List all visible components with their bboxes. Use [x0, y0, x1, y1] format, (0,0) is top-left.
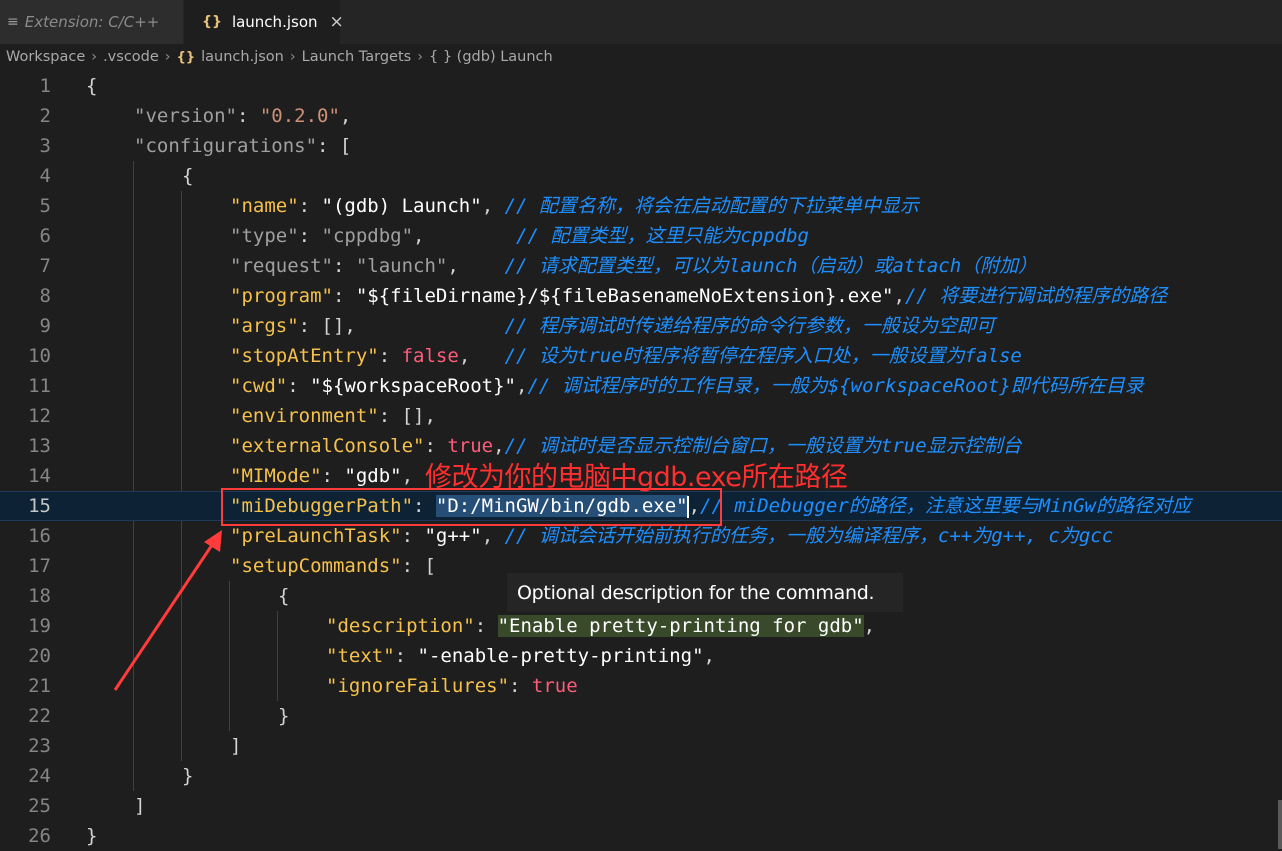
- code-text: "configurations": [: [134, 135, 352, 157]
- code-text: "description": "Enable pretty-printing f…: [326, 615, 876, 637]
- breadcrumb-vscode[interactable]: .vscode: [103, 49, 159, 65]
- line-number: 24: [28, 765, 51, 787]
- code-line[interactable]: 21 "ignoreFailures": true: [0, 671, 1282, 701]
- breadcrumb-workspace[interactable]: Workspace: [6, 49, 85, 65]
- line-number: 25: [28, 795, 51, 817]
- line-number: 23: [28, 735, 51, 757]
- json-icon: {}: [176, 49, 196, 65]
- code-text: "version": "0.2.0",: [134, 105, 352, 127]
- line-number: 20: [28, 645, 51, 667]
- code-text: "environment": [],: [230, 405, 436, 427]
- line-number: 14: [28, 465, 51, 487]
- code-text: "stopAtEntry": false, // 设为true时程序将暂停在程序…: [230, 345, 1022, 367]
- tab-label: Extension: C/C++: [24, 13, 160, 31]
- code-text: "request": "launch", // 请求配置类型，可以为launch…: [230, 255, 1038, 277]
- code-line[interactable]: 3 "configurations": [: [0, 131, 1282, 161]
- line-number: 13: [28, 435, 51, 457]
- line-number: 17: [28, 555, 51, 577]
- code-text: }: [278, 705, 290, 727]
- code-line[interactable]: 22}: [0, 701, 1282, 731]
- chevron-right-icon: ›: [289, 49, 296, 65]
- line-number: 1: [39, 75, 51, 97]
- line-number: 4: [39, 165, 51, 187]
- preview-icon: ≡: [7, 14, 19, 30]
- line-number: 19: [28, 615, 51, 637]
- code-line[interactable]: 25]: [0, 791, 1282, 821]
- tab-launch-json[interactable]: {} launch.json ×: [184, 0, 344, 44]
- code-line[interactable]: 4{: [0, 161, 1282, 191]
- json-icon: {}: [202, 14, 222, 30]
- code-line[interactable]: 23]: [0, 731, 1282, 761]
- code-text: ]: [134, 795, 146, 817]
- line-number: 26: [28, 825, 51, 847]
- code-text: "name": "(gdb) Launch", // 配置名称，将会在启动配置的…: [230, 195, 919, 217]
- code-line[interactable]: 12 "environment": [],: [0, 401, 1282, 431]
- code-line[interactable]: 11 "cwd": "${workspaceRoot}",// 调试程序时的工作目…: [0, 371, 1282, 401]
- code-text: "args": [], // 程序调试时传递给程序的命令行参数，一般设为空即可: [230, 315, 995, 337]
- close-icon[interactable]: ×: [330, 12, 344, 32]
- line-number: 15: [28, 495, 51, 517]
- code-text: }: [86, 825, 98, 847]
- code-text: "MIMode": "gdb",: [230, 465, 414, 487]
- line-number: 22: [28, 705, 51, 727]
- line-number: 3: [39, 135, 51, 157]
- line-number: 8: [39, 285, 51, 307]
- code-line[interactable]: 10 "stopAtEntry": false, // 设为true时程序将暂停在…: [0, 341, 1282, 371]
- line-number: 11: [28, 375, 51, 397]
- code-line[interactable]: 24}: [0, 761, 1282, 791]
- line-number: 12: [28, 405, 51, 427]
- line-number: 7: [39, 255, 51, 277]
- chevron-right-icon: ›: [417, 49, 423, 65]
- code-text: "setupCommands": [: [230, 555, 436, 577]
- code-text: "type": "cppdbg", // 配置类型，这里只能为cppdbg: [230, 225, 809, 247]
- code-line[interactable]: 2 "version": "0.2.0",: [0, 101, 1282, 131]
- breadcrumb-launch-targets[interactable]: Launch Targets: [302, 49, 412, 65]
- code-line[interactable]: 8 "program": "${fileDirname}/${fileBasena…: [0, 281, 1282, 311]
- line-number: 10: [28, 345, 51, 367]
- line-number: 5: [39, 195, 51, 217]
- code-text: {: [86, 75, 98, 97]
- tab-extension-cpp[interactable]: ≡ Extension: C/C++: [0, 0, 183, 44]
- code-text: "cwd": "${workspaceRoot}",// 调试程序时的工作目录，…: [230, 375, 1144, 397]
- code-line[interactable]: 9 "args": [], // 程序调试时传递给程序的命令行参数，一般设为空即可: [0, 311, 1282, 341]
- tab-bar: ≡ Extension: C/C++ {} launch.json ×: [0, 0, 1282, 44]
- code-line[interactable]: 5 "name": "(gdb) Launch", // 配置名称，将会在启动配置…: [0, 191, 1282, 221]
- line-number: 9: [39, 315, 51, 337]
- chevron-right-icon: ›: [164, 49, 171, 65]
- code-text: "ignoreFailures": true: [326, 675, 578, 697]
- line-number: 18: [28, 585, 51, 607]
- chevron-right-icon: ›: [91, 49, 98, 65]
- tab-label: launch.json: [231, 13, 318, 31]
- line-number: 2: [39, 105, 51, 127]
- line-number: 6: [39, 225, 51, 247]
- code-line[interactable]: 19 "description": "Enable pretty-printing…: [0, 611, 1282, 641]
- line-number: 21: [28, 675, 51, 697]
- code-line[interactable]: 1{: [0, 71, 1282, 101]
- code-text: {: [182, 165, 194, 187]
- breadcrumb-launch-json[interactable]: launch.json: [201, 49, 284, 65]
- vertical-scrollbar[interactable]: [1278, 800, 1282, 849]
- code-line[interactable]: 7 "request": "launch", // 请求配置类型，可以为launc…: [0, 251, 1282, 281]
- breadcrumb-gdb-launch[interactable]: { } (gdb) Launch: [429, 49, 553, 65]
- line-number: 16: [28, 525, 51, 547]
- breadcrumb: Workspace › .vscode › {} launch.json › L…: [0, 44, 1282, 70]
- code-line[interactable]: 6 "type": "cppdbg", // 配置类型，这里只能为cppdbg: [0, 221, 1282, 251]
- hover-tooltip: Optional description for the command.: [507, 573, 903, 612]
- code-line[interactable]: 20 "text": "-enable-pretty-printing",: [0, 641, 1282, 671]
- code-text: ]: [230, 735, 242, 757]
- code-text: "program": "${fileDirname}/${fileBasenam…: [230, 285, 1168, 307]
- code-text: }: [182, 765, 194, 787]
- code-line[interactable]: 26}: [0, 821, 1282, 851]
- code-text: {: [278, 585, 290, 607]
- code-text: "text": "-enable-pretty-printing",: [326, 645, 715, 667]
- annotation-note: 修改为你的电脑中gdb.exe所在路径: [425, 462, 848, 493]
